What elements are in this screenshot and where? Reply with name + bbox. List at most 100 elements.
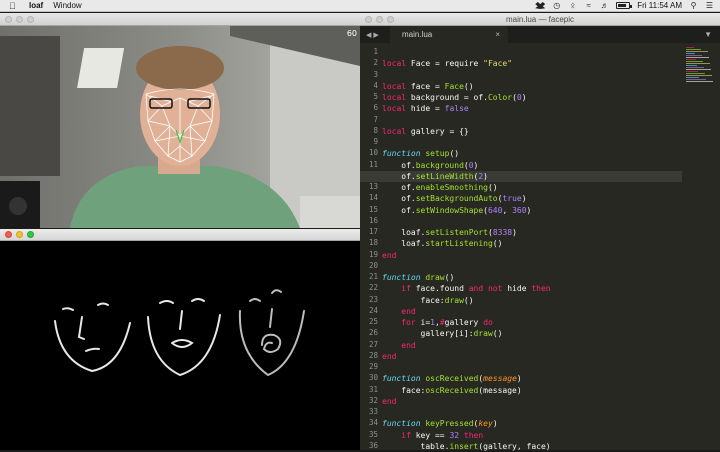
- code-line[interactable]: function oscReceived(message): [382, 373, 522, 384]
- list-icon[interactable]: ☰: [705, 1, 714, 10]
- code-token: ): [483, 171, 488, 181]
- zoom-button[interactable]: [27, 16, 34, 23]
- code-token: setBackgroundAuto: [415, 194, 498, 204]
- minimap[interactable]: [686, 47, 716, 87]
- code-line[interactable]: face:oscReceived(message): [382, 385, 521, 396]
- face-window-titlebar[interactable]: [0, 229, 360, 241]
- code-line[interactable]: end: [382, 396, 396, 407]
- close-icon[interactable]: ×: [495, 26, 500, 43]
- battery-icon[interactable]: [616, 2, 633, 9]
- code-line[interactable]: for i=1,#gallery do: [382, 317, 493, 328]
- code-line[interactable]: end: [382, 351, 396, 362]
- code-token: setWindowShape: [415, 205, 484, 215]
- close-button[interactable]: [5, 16, 12, 23]
- minimap-line: [686, 47, 694, 48]
- code-token: "Face": [483, 59, 513, 69]
- tab-nav-arrows[interactable]: ◀ ▶: [366, 31, 386, 39]
- volume-icon[interactable]: ♬: [600, 1, 609, 10]
- minimize-button[interactable]: [16, 231, 23, 238]
- code-line[interactable]: function keyPressed(key): [382, 418, 498, 429]
- tab-main-lua[interactable]: main.lua ×: [390, 26, 508, 43]
- code-line[interactable]: end: [382, 340, 415, 351]
- apple-icon[interactable]: : [9, 1, 17, 11]
- code-line[interactable]: local Face = require "Face": [382, 58, 512, 69]
- code-token: (): [487, 183, 498, 192]
- zoom-button[interactable]: [27, 231, 34, 238]
- code-token: i=: [415, 318, 431, 327]
- code-line[interactable]: end: [382, 306, 416, 317]
- code-line[interactable]: local face = Face(): [382, 81, 474, 92]
- code-token: ): [521, 93, 527, 102]
- camera-window-titlebar[interactable]: [0, 13, 360, 26]
- tab-bar: ◀ ▶ main.lua × ▼: [360, 26, 720, 43]
- minimap-line: [686, 55, 702, 56]
- code-token: face =: [406, 81, 445, 91]
- code-line[interactable]: of.setLineWidth(2): [382, 171, 488, 182]
- menu-window[interactable]: Window: [53, 1, 81, 10]
- clock[interactable]: Fri 11:54 AM: [637, 1, 682, 10]
- line-number: 24: [368, 305, 378, 315]
- code-line[interactable]: loaf.startListening(): [382, 238, 502, 249]
- camera-feed: [0, 26, 360, 228]
- code-line[interactable]: of.enableSmoothing(): [382, 182, 498, 193]
- line-number: 9: [373, 137, 378, 146]
- code-line[interactable]: of.background(0): [382, 160, 478, 171]
- line-number: 30: [368, 373, 378, 383]
- code-token: local: [382, 93, 407, 102]
- code-line[interactable]: table.insert(gallery, face): [382, 441, 551, 452]
- line-number: 20: [368, 260, 378, 270]
- menu-app-name[interactable]: loaf: [29, 1, 43, 10]
- code-line[interactable]: local background = of.Color(0): [382, 92, 527, 103]
- code-token: (): [449, 149, 460, 159]
- code-line[interactable]: function setup(): [382, 148, 459, 159]
- code-line[interactable]: if key == 32 then: [382, 430, 483, 441]
- code-token: ,: [502, 205, 513, 215]
- tab-menu-chevron-icon[interactable]: ▼: [704, 30, 712, 39]
- code-token: local: [382, 81, 407, 91]
- code-line[interactable]: if face.found and not hide then: [382, 283, 550, 294]
- line-number: 35: [368, 429, 378, 439]
- code-token: message: [483, 374, 517, 384]
- minimap-line: [686, 77, 699, 78]
- code-line[interactable]: end: [382, 250, 396, 261]
- code-token: if: [401, 430, 411, 440]
- minimap-line: [686, 75, 712, 76]
- minimize-button[interactable]: [16, 16, 23, 23]
- code-line[interactable]: of.setBackgroundAuto(true): [382, 193, 526, 204]
- editor-titlebar[interactable]: main.lua — facepic: [360, 13, 720, 26]
- wifi-icon[interactable]: ≈: [584, 1, 593, 10]
- code-token: for: [401, 318, 416, 327]
- line-number: 28: [368, 350, 378, 360]
- code-line[interactable]: loaf.setListenPort(8338): [382, 227, 517, 238]
- code-token: hide: [502, 284, 532, 294]
- code-area[interactable]: local Face = require "Face" local face = …: [360, 43, 682, 452]
- line-number: 33: [368, 407, 378, 416]
- code-token: background = of.: [406, 93, 488, 102]
- code-token: (): [463, 295, 474, 305]
- code-token: loaf.: [382, 228, 426, 237]
- dropbox-icon[interactable]: [535, 2, 546, 9]
- code-line[interactable]: local hide = false: [382, 103, 469, 114]
- status-area: ◷ ᛟ ≈ ♬ Fri 11:54 AM ⚲ ☰: [535, 1, 714, 10]
- code-line[interactable]: local gallery = {}: [382, 126, 469, 137]
- code-token: loaf.: [382, 239, 426, 249]
- search-icon[interactable]: ⚲: [689, 1, 698, 10]
- code-token: setup: [425, 149, 450, 159]
- bluetooth-icon[interactable]: ᛟ: [568, 1, 577, 10]
- code-line[interactable]: function draw(): [382, 272, 454, 283]
- code-token: insert: [449, 441, 479, 451]
- close-button[interactable]: [5, 231, 12, 238]
- code-line[interactable]: of.setWindowShape(640, 360): [382, 205, 531, 216]
- minimap-line: [686, 51, 708, 52]
- code-token: end: [401, 306, 416, 316]
- minimap-line: [686, 59, 696, 60]
- code-token: (gallery, face): [478, 441, 551, 451]
- line-number: 25: [368, 317, 378, 326]
- code-line[interactable]: gallery[i]:draw(): [382, 328, 503, 339]
- history-icon[interactable]: ◷: [552, 1, 561, 10]
- code-line[interactable]: face:draw(): [382, 295, 474, 306]
- code-token: then: [463, 430, 484, 440]
